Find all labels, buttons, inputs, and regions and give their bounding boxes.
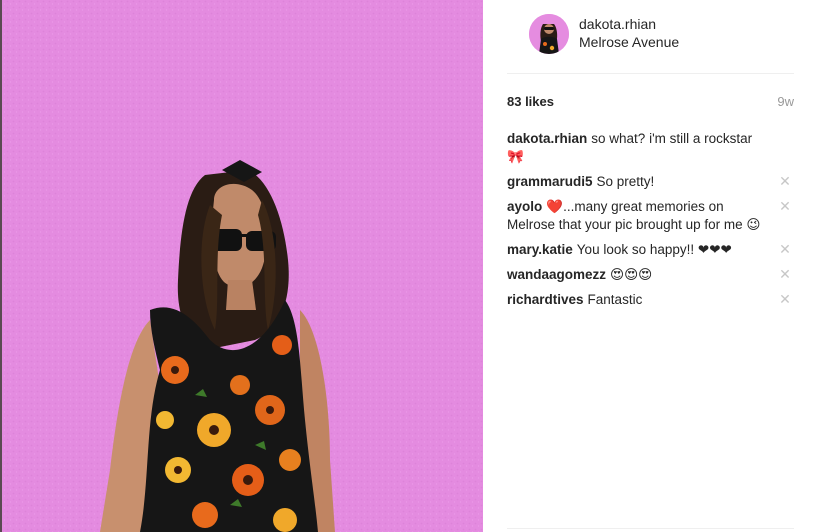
comment-item: dakota.rhian so what? i'm still a rocksta… (507, 130, 794, 166)
comment-text: 😍😍😍 (610, 267, 653, 282)
post-photo[interactable] (0, 0, 483, 532)
comment-item: richardtives Fantastic ✕ (507, 291, 794, 309)
avatar[interactable] (529, 14, 569, 54)
comment-item: grammarudi5 So pretty! ✕ (507, 173, 794, 191)
delete-comment-icon[interactable]: ✕ (778, 199, 792, 213)
post-view: dakota.rhian Melrose Avenue 83 likes 9w … (0, 0, 817, 532)
comment-username[interactable]: mary.katie (507, 242, 573, 257)
post-username[interactable]: dakota.rhian (579, 16, 656, 32)
likes-count[interactable]: 83 likes (507, 94, 554, 109)
comment-list: dakota.rhian so what? i'm still a rocksta… (507, 130, 794, 316)
post-header: dakota.rhian Melrose Avenue (507, 0, 794, 74)
photo-image (0, 0, 483, 532)
comment-username[interactable]: richardtives (507, 292, 584, 307)
comment-text: So pretty! (596, 174, 655, 189)
post-location[interactable]: Melrose Avenue (579, 34, 679, 50)
delete-comment-icon[interactable]: ✕ (778, 267, 792, 281)
comment-item: ayolo ❤️...many great memories on Melrose… (507, 198, 794, 234)
avatar-image (529, 14, 569, 54)
comment-divider (507, 528, 794, 529)
delete-comment-icon[interactable]: ✕ (778, 292, 792, 306)
comment-item: wandaagomezz 😍😍😍 ✕ (507, 266, 794, 284)
post-panel: dakota.rhian Melrose Avenue 83 likes 9w … (483, 0, 817, 532)
comment-username[interactable]: ayolo (507, 199, 542, 214)
likes-row: 83 likes 9w (507, 94, 794, 112)
delete-comment-icon[interactable]: ✕ (778, 242, 792, 256)
comment-username[interactable]: grammarudi5 (507, 174, 593, 189)
comment-text: Fantastic (587, 292, 643, 307)
comment-text: ❤️...many great memories on Melrose that… (507, 199, 761, 232)
comment-text: You look so happy!! ❤❤❤ (576, 242, 732, 257)
photo-edge (0, 0, 2, 532)
post-age[interactable]: 9w (777, 94, 794, 109)
comment-username[interactable]: dakota.rhian (507, 131, 587, 146)
delete-comment-icon[interactable]: ✕ (778, 174, 792, 188)
comment-username[interactable]: wandaagomezz (507, 267, 606, 282)
comment-item: mary.katie You look so happy!! ❤❤❤ ✕ (507, 241, 794, 259)
